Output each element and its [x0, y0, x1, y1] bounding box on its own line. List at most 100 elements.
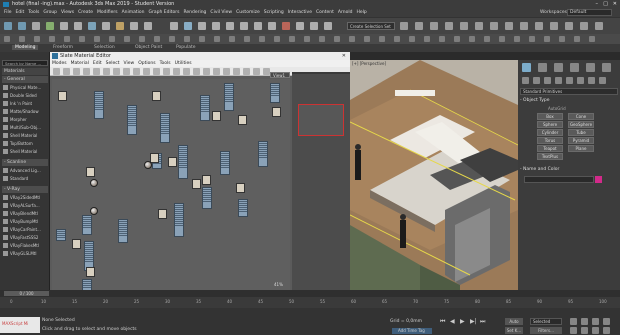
material-node[interactable] — [202, 187, 212, 209]
modeling-tool-icon[interactable] — [409, 36, 415, 42]
modeling-tool-icon[interactable] — [514, 36, 520, 42]
viewport-nav-icon[interactable] — [603, 327, 610, 334]
toolbar-tool-icon[interactable] — [296, 22, 304, 30]
slate-menu-edit[interactable]: Edit — [93, 60, 102, 67]
material-type-item[interactable]: Matte/Shadow — [2, 108, 48, 115]
command-tab-icon[interactable] — [554, 63, 563, 72]
viewport-nav-icon[interactable] — [592, 327, 599, 334]
viewport-nav-icon[interactable] — [581, 318, 588, 325]
material-preview-thumbnail[interactable] — [86, 167, 95, 177]
create-category-icon[interactable] — [566, 77, 573, 84]
create-geosphere-button[interactable]: GeoSphere — [568, 121, 594, 128]
playback-button-icon[interactable]: ◀ — [450, 318, 455, 325]
create-box-button[interactable]: Box — [537, 113, 563, 120]
maxscript-listener[interactable]: MAXScript Mi — [0, 317, 40, 333]
modeling-tool-icon[interactable] — [79, 36, 85, 42]
command-tab-icon[interactable] — [538, 63, 547, 72]
slate-tool-icon[interactable] — [233, 68, 240, 75]
create-textplus-button[interactable]: TextPlus — [537, 153, 563, 160]
toolbar-render-icon[interactable] — [475, 22, 483, 30]
ribbon-tab-selection[interactable]: Selection — [94, 45, 115, 50]
command-tab-icon[interactable] — [522, 63, 531, 72]
toolbar-render-icon[interactable] — [430, 22, 438, 30]
create-plane-button[interactable]: Plane — [568, 145, 594, 152]
material-type-item[interactable]: VRayGLSLMtl — [2, 250, 48, 257]
toolbar-tool-icon[interactable] — [226, 22, 234, 30]
object-type-heading[interactable]: - Object Type — [520, 98, 549, 103]
material-node[interactable] — [270, 83, 280, 103]
slate-tool-icon[interactable] — [83, 68, 90, 75]
toolbar-render-icon[interactable] — [505, 22, 513, 30]
ribbon-tab-modeling[interactable]: Modeling — [12, 45, 39, 50]
create-category-icon[interactable] — [599, 77, 606, 84]
toolbar-tool-icon[interactable] — [184, 22, 192, 30]
create-cone-button[interactable]: Cone — [568, 113, 594, 120]
modeling-tool-icon[interactable] — [259, 36, 265, 42]
time-slider-thumb[interactable]: 0 / 100 — [4, 291, 49, 296]
material-node[interactable] — [200, 95, 210, 121]
slate-menu-modes[interactable]: Modes — [52, 60, 67, 67]
material-search-input[interactable]: Search by Name ... — [2, 60, 48, 66]
slate-tool-icon[interactable] — [63, 68, 70, 75]
time-slider-track[interactable] — [0, 290, 620, 297]
material-node[interactable] — [174, 203, 184, 237]
toolbar-render-icon[interactable] — [445, 22, 453, 30]
viewport-nav-icon[interactable] — [570, 318, 577, 325]
general-heading[interactable]: - General — [2, 76, 48, 83]
slate-tool-icon[interactable] — [183, 68, 190, 75]
menu-content[interactable]: Content — [316, 10, 334, 15]
create-torus-button[interactable]: Torus — [537, 137, 563, 144]
menu-help[interactable]: Help — [356, 10, 366, 15]
menu-animation[interactable]: Animation — [122, 10, 145, 15]
material-type-item[interactable]: VRayFlakesMtl — [2, 242, 48, 249]
slate-tool-icon[interactable] — [193, 68, 200, 75]
modeling-tool-icon[interactable] — [64, 36, 70, 42]
slate-tool-icon[interactable] — [153, 68, 160, 75]
toolbar-render-icon[interactable] — [565, 22, 573, 30]
material-type-item[interactable]: Standard — [2, 175, 48, 182]
material-node[interactable] — [258, 141, 268, 167]
material-preview-thumbnail[interactable] — [238, 115, 247, 125]
key-filter-dropdown[interactable]: Selected — [530, 318, 562, 325]
menu-edit[interactable]: Edit — [16, 10, 25, 15]
modeling-tool-icon[interactable] — [109, 36, 115, 42]
material-preview-thumbnail[interactable] — [150, 153, 159, 163]
menu-modifiers[interactable]: Modifiers — [97, 10, 118, 15]
create-category-icon[interactable] — [533, 77, 540, 84]
ribbon-tab-freeform[interactable]: Freeform — [53, 45, 73, 50]
toolbar-tool-icon[interactable] — [116, 22, 124, 30]
modeling-tool-icon[interactable] — [559, 36, 565, 42]
workspace-dropdown[interactable]: Default — [567, 9, 612, 16]
toolbar-render-icon[interactable] — [535, 22, 543, 30]
modeling-tool-icon[interactable] — [94, 36, 100, 42]
slate-tool-icon[interactable] — [133, 68, 140, 75]
modeling-tool-icon[interactable] — [424, 36, 430, 42]
toolbar-tool-icon[interactable] — [254, 22, 262, 30]
material-preview-thumbnail[interactable] — [272, 107, 281, 117]
slate-tool-icon[interactable] — [113, 68, 120, 75]
scanline-heading[interactable]: - Scanline — [2, 159, 48, 166]
modeling-tool-icon[interactable] — [19, 36, 25, 42]
material-type-item[interactable]: Double Sided — [2, 92, 48, 99]
modeling-tool-icon[interactable] — [499, 36, 505, 42]
menu-tools[interactable]: Tools — [28, 10, 39, 15]
menu-interactive[interactable]: Interactive — [288, 10, 312, 15]
name-color-heading[interactable]: - Name and Color — [520, 167, 559, 172]
toolbar-tool-icon[interactable] — [130, 22, 138, 30]
material-preview-thumbnail[interactable] — [72, 239, 81, 249]
viewport-nav-icon[interactable] — [592, 318, 599, 325]
material-node[interactable] — [224, 83, 234, 111]
menu-create[interactable]: Create — [78, 10, 93, 15]
menu-customize[interactable]: Customize — [236, 10, 260, 15]
menu-views[interactable]: Views — [61, 10, 74, 15]
material-preview-thumbnail[interactable] — [158, 209, 167, 219]
modeling-tool-icon[interactable] — [4, 36, 10, 42]
modeling-tool-icon[interactable] — [229, 36, 235, 42]
material-type-item[interactable]: VRayBlendMtl — [2, 210, 48, 217]
playback-button-icon[interactable]: ⏭ — [480, 318, 485, 326]
slate-tool-icon[interactable] — [73, 68, 80, 75]
material-type-item[interactable]: VRayBumpMtl — [2, 218, 48, 225]
toolbar-tool-icon[interactable] — [310, 22, 318, 30]
material-node[interactable] — [118, 219, 128, 243]
material-preview-thumbnail[interactable] — [212, 111, 221, 121]
